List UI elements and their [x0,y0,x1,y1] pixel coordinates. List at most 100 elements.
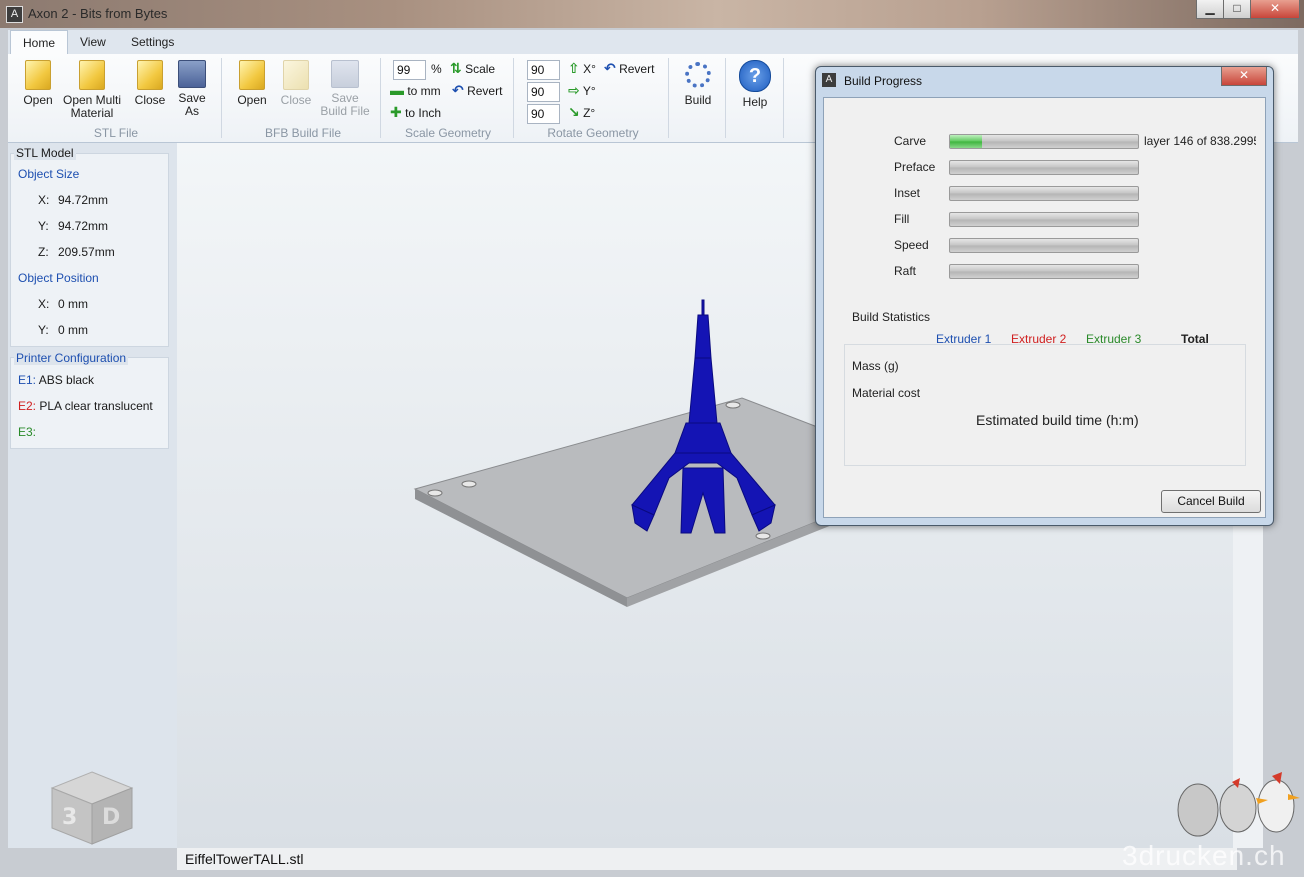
dialog-title: Build Progress [844,74,923,88]
object-size-heading: Object Size [18,167,80,181]
rotate-z-button[interactable]: ↘ Z° [568,104,595,121]
stl-model-title: STL Model [14,146,76,160]
ribbon-tabs: Home View Settings [8,30,1298,55]
build-statistics-box [844,344,1246,466]
watermark-text: 3drucken.ch [1122,840,1286,871]
scale-percent-input[interactable]: 99 [393,60,426,80]
folder-icon [239,60,265,90]
mass-label: Mass (g) [852,359,899,373]
rotate-x-button[interactable]: ⇧ X° [568,60,596,77]
dialog-client-area: Carve layer 146 of 838.2995 Preface Inset Fi… [823,97,1266,518]
plate-hole [427,489,443,497]
stage-progress-bar [949,212,1139,227]
ribbon-separator [668,58,669,138]
size-z-value: 209.57mm [58,245,115,259]
to-mm-button[interactable]: ▬ to mm [390,82,441,98]
help-button[interactable]: ? Help [735,60,775,109]
plate-hole [725,401,741,409]
position-y-value: 0 mm [58,323,88,337]
stage-label-inset: Inset [894,186,921,200]
tab-home[interactable]: Home [10,30,69,55]
folder-icon [25,60,51,90]
stage-label-carve: Carve [894,134,927,148]
plate-hole [755,532,771,540]
rotate-x-input[interactable]: 90 [527,60,560,80]
scale-arrows-icon: ⇅ [450,60,462,76]
tab-view[interactable]: View [68,30,118,54]
save-build-file-button[interactable]: Save Build File [316,60,374,118]
rotate-revert-button[interactable]: ↶ Revert [604,60,654,77]
stage-label-preface: Preface [894,160,936,174]
size-y-label: Y: [38,219,49,233]
open-multi-material-button[interactable]: Open Multi Material [58,60,126,120]
save-disk-icon [178,60,206,88]
extruder-2-header: Extruder 2 [1011,332,1067,346]
extruder-3-id: E3: [18,425,37,439]
object-position-heading: Object Position [18,271,99,285]
bfb-close-button[interactable]: Close [276,60,316,107]
stage-label-speed: Speed [894,238,929,252]
folder-icon [283,60,309,90]
cancel-build-button[interactable]: Cancel Build [1161,490,1261,513]
svg-text:D: D [102,805,120,830]
scale-revert-button[interactable]: ↶ Revert [452,82,502,99]
ribbon-separator [513,58,514,138]
revert-icon: ↶ [604,60,616,76]
position-x-label: X: [38,297,50,311]
rotate-z-input[interactable]: 90 [527,104,560,124]
extruder-3-row: E3: [18,425,36,439]
percent-label: % [431,62,442,76]
maximize-button[interactable]: □ [1223,0,1251,19]
stage-progress-bar [949,186,1139,201]
close-window-button[interactable]: ✕ [1250,0,1300,19]
app-icon: A [6,6,23,23]
gear-icon [685,62,711,88]
stage-progress-fill [950,135,982,148]
extruder-3-header: Extruder 3 [1086,332,1142,346]
bfb-group-label: BFB Build File [264,126,342,140]
stl-file-group-label: STL File [93,126,139,140]
stage-progress-bar [949,134,1139,149]
rotate-y-button[interactable]: ⇨ Y° [568,82,596,99]
scale-button[interactable]: ⇅ Scale [450,60,495,77]
extruder-2-material: PLA clear translucent [39,399,153,413]
plate-hole [461,480,477,488]
printer-config-title: Printer Configuration [14,351,129,365]
minimize-button[interactable]: ▁ [1196,0,1224,19]
build-statistics-title: Build Statistics [850,310,933,324]
extruder-1-row: E1: ABS black [18,373,94,387]
arrow-curve-icon: ↘ [568,104,580,120]
ribbon-separator [783,58,784,138]
rotate-y-input[interactable]: 90 [527,82,560,102]
rotate-group-label: Rotate Geometry [547,126,639,140]
stage-progress-bar [949,238,1139,253]
minus-icon: ▬ [390,82,404,98]
stage-label-fill: Fill [894,212,910,226]
window-title: Axon 2 - Bits from Bytes [28,6,168,21]
size-x-label: X: [38,193,50,207]
folder-icon [79,60,105,90]
plus-icon: ✚ [390,104,402,120]
stage-progress-bar [949,264,1139,279]
help-icon: ? [739,60,771,92]
dialog-close-button[interactable]: ✕ [1221,67,1267,86]
stage-status-text: layer 146 of 838.2995 [1144,134,1256,148]
stl-close-button[interactable]: Close [130,60,170,107]
extruder-1-id: E1: [18,373,37,387]
dialog-app-icon: A [822,73,836,87]
tab-settings[interactable]: Settings [119,30,186,54]
stage-label-raft: Raft [894,264,917,278]
chicken-mascots-image [1177,772,1300,837]
window-titlebar[interactable]: A Axon 2 - Bits from Bytes ▁ □ ✕ [0,0,1304,28]
left-panel: STL Model Object Size X: 94.72mm Y: 94.7… [8,143,177,848]
build-button[interactable]: Build [678,62,718,107]
stage-progress-bar [949,160,1139,175]
total-header: Total [1181,332,1209,346]
revert-icon: ↶ [452,82,464,98]
bfb-open-button[interactable]: Open [232,60,272,107]
save-as-button[interactable]: Save As [172,60,212,118]
to-inch-button[interactable]: ✚ to Inch [390,104,441,121]
stl-open-button[interactable]: Open [18,60,58,107]
build-progress-dialog: A Build Progress ✕ Carve layer 146 of 838… [815,66,1274,526]
3d-systems-logo: 3 D [50,771,134,845]
